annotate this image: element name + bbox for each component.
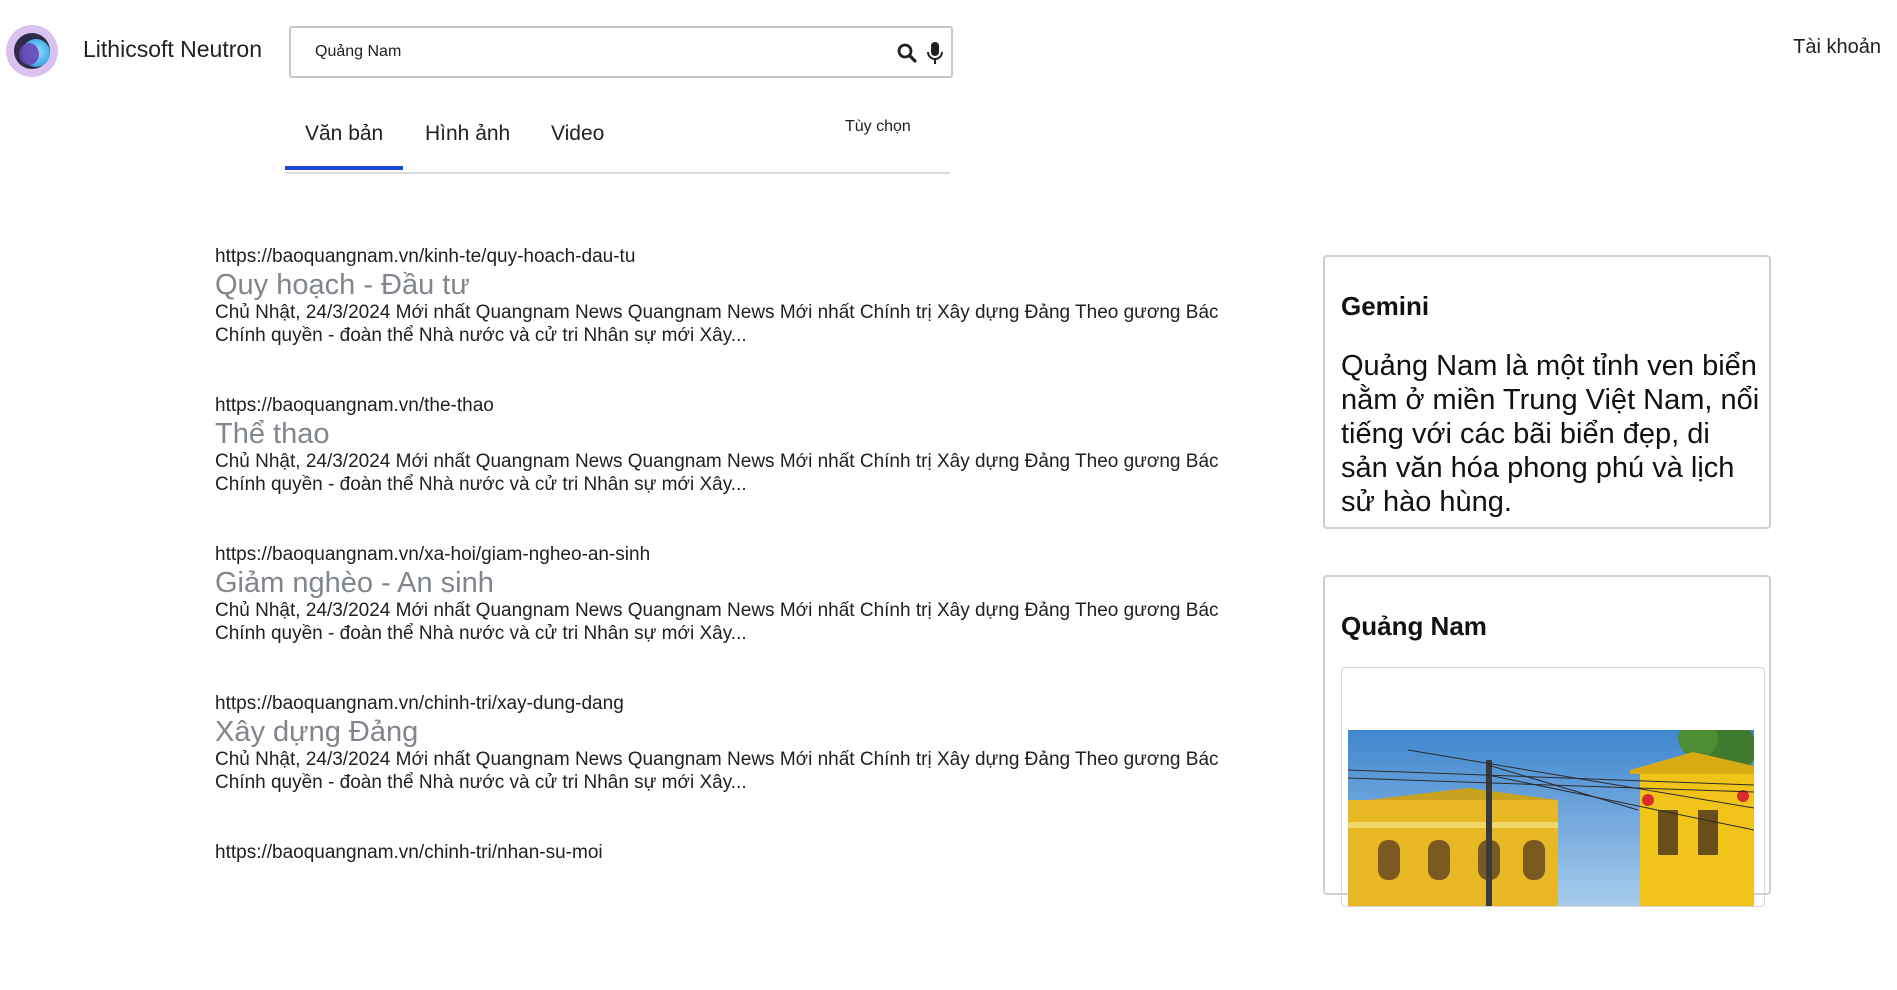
knowledge-panel-image-frame xyxy=(1341,667,1765,907)
search-results: https://baoquangnam.vn/kinh-te/quy-hoach… xyxy=(215,245,1235,990)
result-item: https://baoquangnam.vn/chinh-tri/nhan-su… xyxy=(215,841,1235,990)
search-input[interactable] xyxy=(315,38,875,66)
result-title-link[interactable]: Thể thao xyxy=(215,418,329,450)
brand-name[interactable]: Lithicsoft Neutron xyxy=(83,36,262,63)
result-url: https://baoquangnam.vn/chinh-tri/xay-dun… xyxy=(215,693,624,714)
result-snippet: Chủ Nhật, 24/3/2024 Mới nhất Quangnam Ne… xyxy=(215,749,1219,793)
search-box[interactable] xyxy=(289,26,953,78)
result-snippet: Chủ Nhật, 24/3/2024 Mới nhất Quangnam Ne… xyxy=(215,600,1219,644)
account-link[interactable]: Tài khoản xyxy=(1793,36,1881,59)
gemini-title: Gemini xyxy=(1341,291,1430,321)
tab-text[interactable]: Văn bản xyxy=(284,122,404,170)
hoi-an-street-photo[interactable] xyxy=(1348,730,1754,907)
result-url: https://baoquangnam.vn/kinh-te/quy-hoach… xyxy=(215,246,636,267)
microphone-icon[interactable] xyxy=(924,40,946,66)
knowledge-panel-title: Quảng Nam xyxy=(1341,611,1487,641)
result-item: https://baoquangnam.vn/the-thao Thể thao… xyxy=(215,394,1235,543)
tab-images[interactable]: Hình ảnh xyxy=(425,122,510,146)
result-item: https://baoquangnam.vn/xa-hoi/giam-ngheo… xyxy=(215,543,1235,692)
search-tabs: Văn bản Hình ảnh Video Tùy chọn xyxy=(284,110,950,174)
tab-video[interactable]: Video xyxy=(551,122,604,146)
search-icon[interactable] xyxy=(895,41,919,65)
gemini-panel: Gemini Quảng Nam là một tỉnh ven biển nằ… xyxy=(1323,255,1771,529)
result-title-link[interactable]: Quy hoạch - Đầu tư xyxy=(215,269,470,301)
result-title-link[interactable]: Xây dựng Đảng xyxy=(215,716,418,748)
result-url: https://baoquangnam.vn/chinh-tri/nhan-su… xyxy=(215,842,603,863)
result-url: https://baoquangnam.vn/xa-hoi/giam-ngheo… xyxy=(215,544,651,565)
result-title-link[interactable]: Giảm nghèo - An sinh xyxy=(215,567,494,599)
neutron-logo-icon[interactable] xyxy=(6,25,58,77)
result-url: https://baoquangnam.vn/the-thao xyxy=(215,395,494,416)
result-snippet: Chủ Nhật, 24/3/2024 Mới nhất Quangnam Ne… xyxy=(215,451,1219,495)
tab-options[interactable]: Tùy chọn xyxy=(845,118,911,136)
result-item: https://baoquangnam.vn/kinh-te/quy-hoach… xyxy=(215,245,1235,394)
gemini-answer: Quảng Nam là một tỉnh ven biển nằm ở miề… xyxy=(1341,350,1760,518)
knowledge-panel: Quảng Nam xyxy=(1323,575,1771,907)
result-item: https://baoquangnam.vn/chinh-tri/xay-dun… xyxy=(215,692,1235,841)
result-snippet: Chủ Nhật, 24/3/2024 Mới nhất Quangnam Ne… xyxy=(215,302,1219,346)
